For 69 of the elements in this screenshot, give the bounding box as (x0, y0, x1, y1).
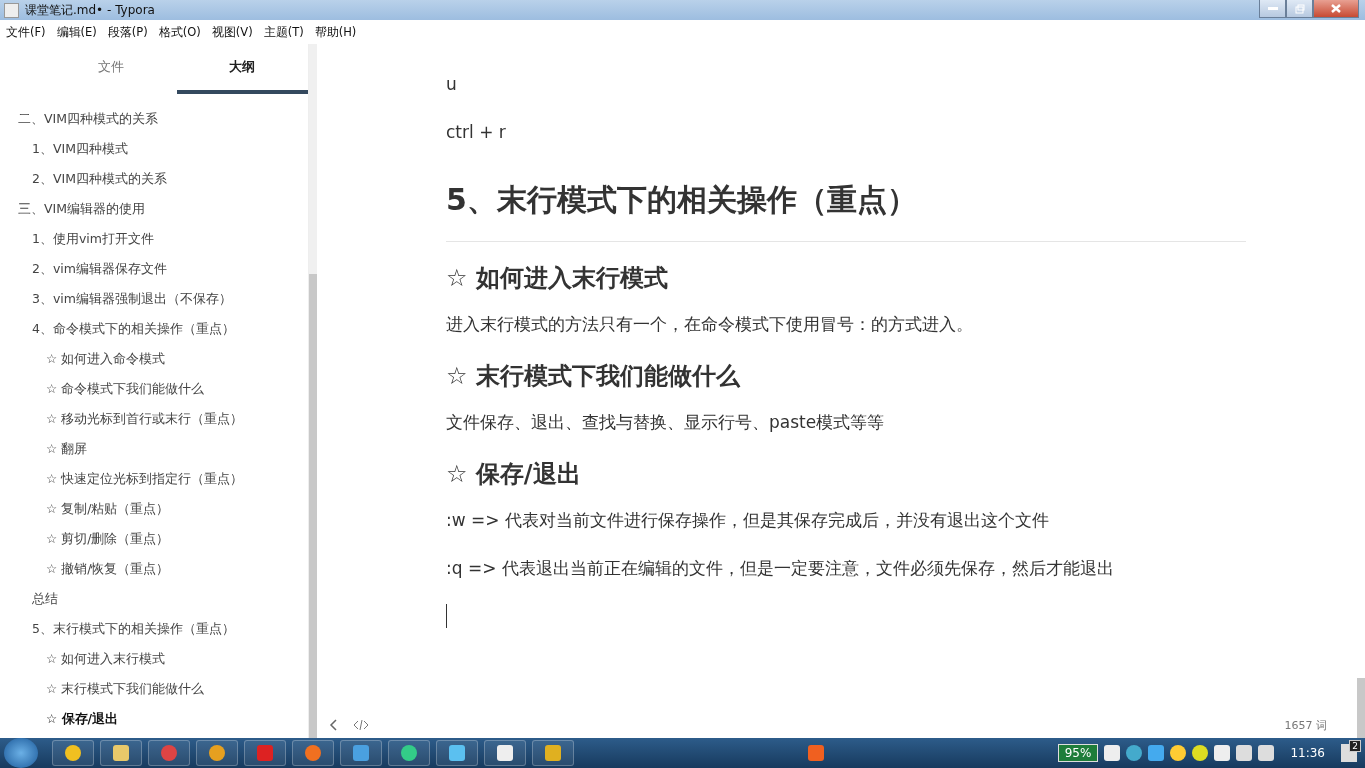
outline-item[interactable]: 2、vim编辑器保存文件 (0, 254, 308, 284)
outline-item[interactable]: 总结 (0, 584, 308, 614)
restore-icon (1294, 3, 1305, 14)
text-cursor (446, 604, 447, 628)
scrollbar[interactable] (309, 44, 317, 738)
outline-item[interactable]: ☆ 命令模式下我们能做什么 (0, 374, 308, 404)
menu-item[interactable]: 视图(V) (211, 24, 253, 40)
tray-icon[interactable] (1192, 745, 1209, 761)
outline-item[interactable]: 2、VIM四种模式的关系 (0, 164, 308, 194)
sidebar-tab[interactable]: 文件 (45, 44, 177, 94)
start-button[interactable] (4, 738, 38, 768)
outline-item[interactable]: ☆ 翻屏 (0, 434, 308, 464)
taskbar-button[interactable] (52, 740, 94, 766)
menu-item[interactable]: 主题(T) (263, 24, 304, 40)
paragraph: ctrl + r (446, 121, 507, 144)
menu-item[interactable]: 编辑(E) (56, 24, 97, 40)
taskbar-button[interactable] (484, 740, 526, 766)
heading: 5、末行模式下的相关操作（重点） (446, 168, 1246, 242)
taskbar-button[interactable] (436, 740, 478, 766)
taskbar-button[interactable] (388, 740, 430, 766)
subheading: ☆ 如何进入末行模式 (446, 263, 669, 294)
window-title: 课堂笔记.md• - Typora (25, 1, 156, 19)
menu-item[interactable]: 段落(P) (107, 24, 148, 40)
outline-item[interactable]: ☆ 移动光标到首行或末行（重点） (0, 404, 308, 434)
notification-badge: 2 (1349, 740, 1361, 752)
battery-indicator: 95% (1057, 744, 1099, 762)
word-count: 1657 词 (1284, 717, 1327, 733)
close-icon (1331, 4, 1341, 13)
tray-icon[interactable] (1126, 745, 1143, 761)
tray-icon[interactable] (1170, 745, 1187, 761)
source-code-icon[interactable] (353, 719, 369, 731)
clock[interactable]: 11:36 (1290, 746, 1325, 760)
outline-item[interactable]: 4、命令模式下的相关操作（重点） (0, 314, 308, 344)
tray-icon[interactable] (1148, 745, 1165, 761)
minimize-button[interactable] (1259, 0, 1286, 18)
paragraph: 文件保存、退出、查找与替换、显示行号、paste模式等等 (446, 411, 886, 434)
outline-item[interactable]: ☆ 剪切/删除（重点） (0, 524, 308, 554)
tray-icon[interactable] (1214, 745, 1231, 761)
outline-item[interactable]: 1、VIM四种模式 (0, 134, 308, 164)
subheading: ☆ 保存/退出 (446, 459, 582, 490)
outline-item[interactable]: 5、末行模式下的相关操作（重点） (0, 614, 308, 644)
app-icon (4, 2, 19, 18)
taskbar-button[interactable] (100, 740, 142, 766)
paragraph: :w => 代表对当前文件进行保存操作，但是其保存完成后，并没有退出这个文件 (446, 509, 1050, 532)
outline-item[interactable]: ☆ 末行模式下我们能做什么 (0, 674, 308, 704)
outline-item[interactable]: 1、使用vim打开文件 (0, 224, 308, 254)
outline-item[interactable]: ☆ 保存/退出 (0, 704, 308, 734)
paragraph: 进入末行模式的方法只有一个，在命令模式下使用冒号：的方式进入。 (446, 313, 974, 336)
outline-item[interactable]: ☆ 复制/粘贴（重点） (0, 494, 308, 524)
outline-item[interactable]: 3、vim编辑器强制退出（不保存） (0, 284, 308, 314)
menu-item[interactable]: 格式(O) (158, 24, 201, 40)
menu-item[interactable]: 帮助(H) (314, 24, 357, 40)
taskbar-button[interactable] (532, 740, 574, 766)
paragraph: u (446, 73, 458, 96)
outline-item[interactable]: 三、VIM编辑器的使用 (0, 194, 308, 224)
taskbar-button[interactable] (196, 740, 238, 766)
outline-item[interactable]: ☆ 撤销/恢复（重点） (0, 554, 308, 584)
restore-button[interactable] (1286, 0, 1313, 18)
minimize-icon (1267, 6, 1278, 11)
close-button[interactable] (1313, 0, 1359, 18)
paragraph: :q => 代表退出当前正在编辑的文件，但是一定要注意，文件必须先保存，然后才能退出 (446, 557, 1115, 580)
outline-item[interactable]: ☆ 快速定位光标到指定行（重点） (0, 464, 308, 494)
outline-item[interactable]: ☆ 如何进入命令模式 (0, 344, 308, 374)
sidebar-toggle-icon[interactable] (329, 719, 337, 731)
subheading: ☆ 末行模式下我们能做什么 (446, 361, 742, 392)
taskbar-button[interactable] (340, 740, 382, 766)
outline-item[interactable]: ☆ 如何进入末行模式 (0, 644, 308, 674)
outline-item[interactable]: 二、VIM四种模式的关系 (0, 104, 308, 134)
menu-item[interactable]: 文件(F) (6, 24, 46, 40)
